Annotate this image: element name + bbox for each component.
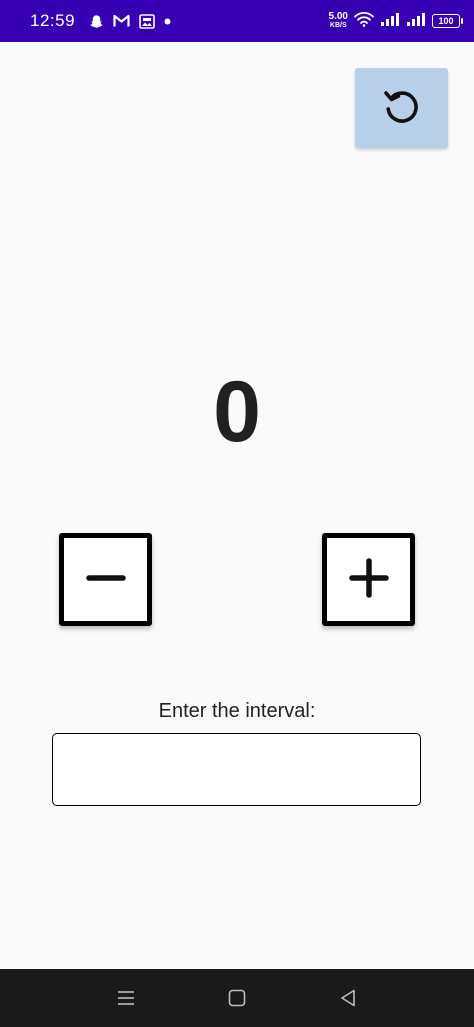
refresh-icon — [380, 85, 424, 132]
status-bar: 12:59 5.00 KB/S 100 — [0, 0, 474, 42]
snapchat-icon — [89, 14, 104, 29]
interval-label: Enter the interval: — [158, 700, 316, 722]
net-speed-value: 5.00 — [328, 11, 348, 22]
signal-icon — [380, 12, 400, 31]
reset-button[interactable] — [355, 68, 448, 148]
gmail-icon — [113, 14, 130, 28]
back-icon[interactable] — [328, 978, 368, 1018]
status-time: 12:59 — [30, 11, 76, 30]
gallery-icon — [139, 13, 155, 29]
increment-button[interactable] — [322, 533, 415, 626]
menu-icon[interactable] — [106, 978, 146, 1018]
navigation-bar — [0, 969, 474, 1027]
counter-value: 0 — [213, 364, 261, 460]
home-icon[interactable] — [217, 978, 257, 1018]
interval-input[interactable] — [52, 733, 421, 806]
battery-level: 100 — [438, 16, 454, 26]
decrement-button[interactable] — [59, 533, 152, 626]
dot-icon — [164, 18, 171, 25]
status-right: 5.00 KB/S 100 — [329, 11, 463, 32]
net-speed: 5.00 KB/S — [329, 12, 348, 30]
notification-icons — [89, 13, 171, 29]
net-speed-unit: KB/S — [329, 22, 347, 29]
signal-icon — [406, 12, 426, 31]
minus-icon — [84, 556, 128, 603]
battery-icon: 100 — [432, 14, 463, 28]
wifi-icon — [354, 11, 374, 32]
plus-icon — [347, 556, 391, 603]
